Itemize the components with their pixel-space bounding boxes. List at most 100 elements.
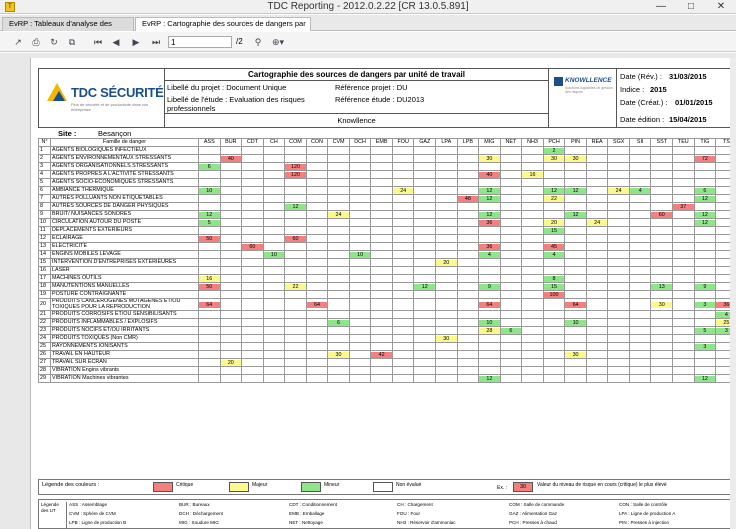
tab-cartographie[interactable]: EvRP : Cartographie des sources de dange… — [135, 17, 311, 40]
risk-cell — [348, 146, 372, 155]
risk-cell — [628, 366, 652, 376]
risk-cell — [607, 282, 630, 291]
risk-cell — [219, 242, 243, 251]
risk-cell — [456, 366, 480, 376]
risk-cell — [672, 334, 695, 344]
risk-cell — [628, 250, 652, 259]
risk-cell — [284, 297, 307, 312]
risk-value: 2 — [544, 147, 564, 154]
risk-cell — [413, 318, 437, 328]
col-header-net: NET — [499, 138, 523, 147]
risk-cell — [672, 282, 695, 291]
risk-value: 24 — [393, 187, 413, 194]
risk-value: 120 — [285, 171, 306, 178]
prev-page-icon[interactable]: ◀ — [110, 36, 122, 48]
refresh-icon[interactable]: ↻ — [48, 36, 60, 48]
export-icon[interactable]: ↗ — [12, 36, 24, 48]
risk-cell — [499, 226, 523, 235]
table-row: 29 VIBRATION Machines vibrantes 12 12 — [38, 374, 736, 384]
risk-cell — [499, 297, 523, 312]
risk-cell — [650, 366, 674, 376]
risk-cell — [327, 326, 350, 336]
danger-family: ENGINS MOBILES LEVAGE — [50, 250, 199, 259]
risk-cell — [478, 178, 501, 187]
risk-cell — [585, 170, 609, 179]
first-page-icon[interactable]: ⏮ — [92, 36, 104, 48]
risk-cell — [435, 318, 458, 328]
risk-cell — [521, 342, 544, 352]
danger-family: LASER — [50, 266, 199, 275]
maximize-button[interactable]: □ — [676, 0, 706, 14]
risk-cell — [198, 226, 221, 235]
risk-cell — [262, 194, 286, 203]
page-number-input[interactable] — [168, 36, 232, 48]
risk-cell — [435, 170, 458, 179]
risk-cell — [693, 170, 717, 179]
risk-cell — [542, 170, 566, 179]
zoom-icon[interactable]: ⊕▾ — [268, 36, 288, 48]
risk-cell — [391, 218, 415, 227]
risk-cell: 12 — [693, 218, 717, 227]
risk-cell — [284, 310, 307, 320]
last-page-icon[interactable]: ⏭ — [150, 36, 162, 48]
risk-cell — [348, 310, 372, 320]
risk-cell — [607, 146, 630, 155]
risk-cell — [305, 350, 329, 360]
minimize-button[interactable]: — — [646, 0, 676, 14]
legend-ex-swatch: 30 — [513, 482, 533, 492]
risk-cell — [564, 146, 587, 155]
risk-cell — [585, 342, 609, 352]
print-icon[interactable]: ⎙ — [30, 36, 42, 48]
vertical-scrollbar[interactable] — [730, 58, 736, 529]
col-header-sgx: SGX — [607, 138, 630, 147]
risk-cell — [219, 297, 243, 312]
risk-cell — [672, 146, 695, 155]
risk-value: 3 — [695, 301, 715, 308]
risk-cell — [413, 310, 437, 320]
risk-cell — [219, 234, 243, 243]
risk-cell — [564, 194, 587, 203]
risk-value: 10 — [199, 187, 220, 194]
risk-cell — [456, 318, 480, 328]
risk-cell — [693, 318, 717, 328]
risk-cell — [391, 162, 415, 171]
risk-cell — [456, 334, 480, 344]
risk-value: 60 — [651, 211, 672, 218]
copy-icon[interactable]: ⧉ — [66, 36, 78, 48]
danger-family: AGENTS ENVIRONNEMENTAUX STRESSANTS — [50, 154, 199, 163]
risk-cell — [370, 310, 393, 320]
risk-value: 12 — [479, 375, 500, 382]
risk-cell — [370, 202, 393, 211]
search-icon[interactable]: ⚲ — [252, 36, 264, 48]
close-button[interactable]: ✕ — [706, 0, 736, 14]
risk-value: 13 — [651, 283, 672, 290]
risk-cell — [456, 170, 480, 179]
danger-family: ECLAIRAGE — [50, 234, 199, 243]
next-page-icon[interactable]: ▶ — [130, 36, 142, 48]
risk-cell — [327, 234, 350, 243]
risk-cell — [672, 186, 695, 195]
ut-abbreviations: Légende des UT ASS : Assemblage BUR : Bur… — [38, 499, 736, 529]
risk-cell — [348, 297, 372, 312]
abbr-item: MIG : Soudure MIG — [179, 520, 219, 525]
risk-cell — [542, 310, 566, 320]
risk-cell — [413, 162, 437, 171]
color-legend: Légende des couleurs : Critique Majeur M… — [38, 479, 736, 495]
risk-cell — [499, 350, 523, 360]
risk-cell — [521, 210, 544, 219]
study-ref: Référence étude : DU2013 — [335, 95, 425, 104]
risk-cell: 4 — [628, 186, 652, 195]
risk-value: 12 — [479, 187, 500, 194]
indice-label: Indice : — [620, 85, 645, 94]
tab-tableaux-analyse[interactable]: EvRP : Tableaux d'analyse des risques — [2, 17, 134, 40]
report-viewer[interactable]: TDC SÉCURITÉ Plus de sécurité et de prod… — [0, 53, 736, 529]
risk-cell — [241, 310, 264, 320]
danger-family: RAYONNEMENTS IONISANTS — [50, 342, 199, 352]
risk-cell — [628, 210, 652, 219]
risk-cell — [391, 170, 415, 179]
risk-cell — [435, 266, 458, 275]
risk-cell — [262, 218, 286, 227]
risk-cell — [241, 290, 264, 299]
risk-cell — [391, 146, 415, 155]
risk-cell — [305, 218, 329, 227]
